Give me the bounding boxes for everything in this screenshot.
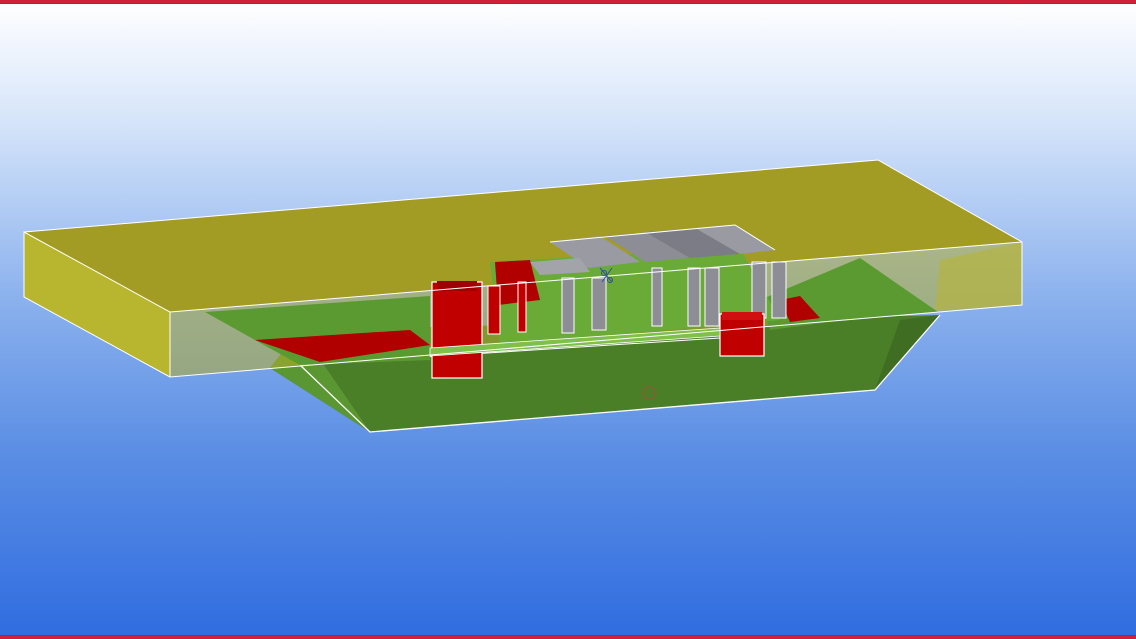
frame-6 (751, 261, 767, 319)
column-left (431, 281, 483, 379)
frame-8 (517, 281, 527, 333)
column-right-top (722, 312, 762, 320)
frame-2 (591, 277, 607, 331)
frame-4 (687, 267, 701, 327)
frame-5 (704, 267, 720, 327)
column-right (719, 313, 765, 357)
3d-viewport[interactable] (0, 0, 1136, 639)
3d-model-scene[interactable] (0, 0, 1136, 639)
frame-7 (771, 261, 787, 319)
frame-9 (487, 285, 501, 335)
frame-1 (561, 277, 575, 334)
frame-3 (651, 267, 663, 327)
